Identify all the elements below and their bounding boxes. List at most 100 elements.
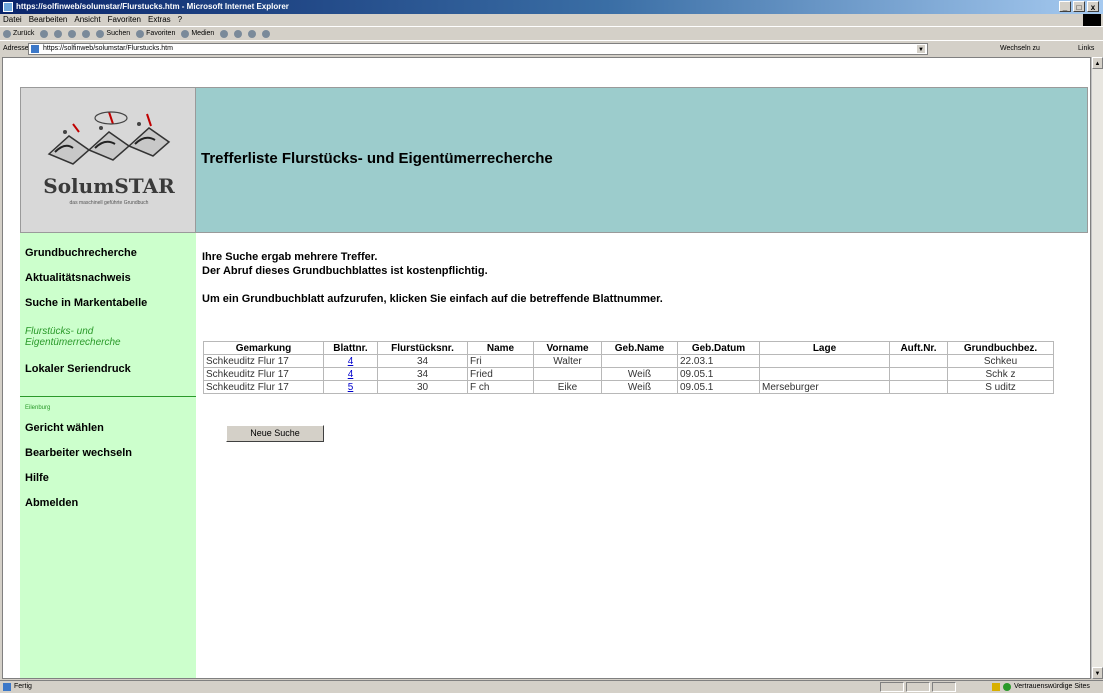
cell-auftnr (889, 367, 948, 381)
stop-button[interactable] (54, 27, 63, 40)
forward-arrow-icon (40, 29, 49, 38)
status-zone: Vertrauenswürdige Sites (992, 681, 1090, 693)
cell-name: Fri (467, 354, 534, 368)
menu-extras[interactable]: Extras (148, 14, 171, 26)
trusted-zone-icon (1003, 683, 1011, 691)
cell-blattnr: 4 (323, 367, 378, 381)
search-icon (96, 29, 105, 38)
maximize-button[interactable]: □ (1073, 1, 1085, 12)
print-icon (248, 29, 257, 38)
scroll-down-icon[interactable]: ▼ (1092, 667, 1103, 679)
col-vorname: Vorname (533, 341, 602, 355)
edit-icon (262, 29, 271, 38)
address-dropdown-icon[interactable]: ▼ (916, 44, 926, 54)
address-url: https://solfinweb/solumstar/Flurstucks.h… (43, 45, 173, 52)
cost-notice: Der Abruf dieses Grundbuchblattes ist ko… (202, 265, 488, 277)
window-controls: _ □ x (1059, 1, 1099, 12)
browser-viewport: SolumSTAR das maschinell geführte Grundb… (2, 57, 1091, 679)
cell-gemarkung: Schkeuditz Flur 17 (203, 380, 324, 394)
sidebar-nav: Grundbuchrecherche Aktualitätsnachweis S… (20, 233, 196, 678)
address-label: Adresse (3, 45, 29, 52)
status-bar: Fertig Vertrauenswürdige Sites (0, 680, 1103, 693)
table-row: Schkeuditz Flur 17 4 34 Fried Weiß 09.05… (203, 367, 1054, 381)
sidebar-item-grundbuchrecherche[interactable]: Grundbuchrecherche (25, 247, 137, 259)
menu-datei[interactable]: Datei (3, 14, 22, 26)
cell-gebname (601, 354, 678, 368)
go-button[interactable]: Wechseln zu (1000, 41, 1040, 57)
cell-vorname: Eike (533, 380, 602, 394)
page-icon (31, 45, 39, 53)
sidebar-item-aktualitaetsnachweis[interactable]: Aktualitätsnachweis (25, 272, 131, 284)
back-label: Zurück (13, 29, 35, 37)
col-lage: Lage (759, 341, 890, 355)
stop-icon (54, 29, 63, 38)
edit-button[interactable] (262, 27, 271, 40)
status-left: Fertig (3, 681, 32, 693)
cell-flurstuecksnr: 34 (377, 354, 468, 368)
zone-label: Vertrauenswürdige Sites (1014, 683, 1090, 690)
cell-lage (759, 367, 890, 381)
blattnr-link[interactable]: 5 (348, 382, 354, 393)
search-button[interactable]: Suchen (96, 27, 130, 40)
menu-ansicht[interactable]: Ansicht (74, 14, 100, 26)
minimize-button[interactable]: _ (1059, 1, 1071, 12)
logo-text: SolumSTAR (43, 174, 175, 198)
cell-blattnr: 5 (323, 380, 378, 394)
search-label: Suchen (106, 29, 131, 37)
forward-button[interactable] (40, 27, 49, 40)
home-icon (82, 29, 91, 38)
col-gebname: Geb.Name (601, 341, 678, 355)
vertical-scrollbar[interactable]: ▲ ▼ (1091, 57, 1103, 679)
col-auftnr: Auft.Nr. (889, 341, 948, 355)
table-header-row: Gemarkung Blattnr. Flurstücksnr. Name Vo… (203, 341, 1054, 355)
sidebar-item-gericht-waehlen[interactable]: Gericht wählen (25, 422, 104, 434)
refresh-button[interactable] (68, 27, 77, 40)
sidebar-item-bearbeiter-wechseln[interactable]: Bearbeiter wechseln (25, 447, 132, 459)
refresh-icon (68, 29, 77, 38)
cell-auftnr (889, 380, 948, 394)
main-content: Ihre Suche ergab mehrere Treffer. Der Ab… (196, 233, 1088, 678)
print-button[interactable] (248, 27, 257, 40)
logo-tagline: das maschinell geführte Grundbuch (69, 200, 149, 206)
cell-lage (759, 354, 890, 368)
back-button[interactable]: Zurück (3, 27, 34, 40)
sidebar-item-eigentuemerrecherche[interactable]: Eigentümerrecherche (25, 337, 121, 348)
logo-cell: SolumSTAR das maschinell geführte Grundb… (20, 87, 196, 233)
mail-icon (234, 29, 243, 38)
cell-gebname: Weiß (601, 380, 678, 394)
mail-button[interactable] (234, 27, 243, 40)
page-title: Trefferliste Flurstücks- und Eigentümerr… (201, 150, 553, 167)
cell-gemarkung: Schkeuditz Flur 17 (203, 354, 324, 368)
col-blattnr: Blattnr. (323, 341, 378, 355)
new-search-button[interactable]: Neue Suche (226, 425, 324, 442)
blattnr-link[interactable]: 4 (348, 369, 354, 380)
menu-bearbeiten[interactable]: Bearbeiten (29, 14, 68, 26)
sidebar-item-abmelden[interactable]: Abmelden (25, 497, 78, 509)
cell-vorname (533, 367, 602, 381)
status-panel (880, 682, 904, 692)
blattnr-link[interactable]: 4 (348, 356, 354, 367)
sidebar-item-hilfe[interactable]: Hilfe (25, 472, 49, 484)
scroll-up-icon[interactable]: ▲ (1092, 57, 1103, 69)
history-icon (220, 29, 229, 38)
menu-favoriten[interactable]: Favoriten (108, 14, 141, 26)
sidebar-item-flurstuecks[interactable]: Flurstücks- und (25, 326, 93, 337)
address-input[interactable]: https://solfinweb/solumstar/Flurstucks.h… (28, 43, 928, 55)
sidebar-court-label: Eilenburg (25, 405, 51, 411)
address-bar: Adresse https://solfinweb/solumstar/Flur… (0, 40, 1103, 56)
sidebar-item-seriendruck[interactable]: Lokaler Seriendruck (25, 363, 131, 375)
links-button[interactable]: Links (1078, 41, 1094, 57)
favorites-button[interactable]: Favoriten (136, 27, 175, 40)
cell-name: F ch (467, 380, 534, 394)
cell-grundbuchbez: Schkeu (947, 354, 1054, 368)
star-icon (136, 29, 145, 38)
close-button[interactable]: x (1087, 1, 1099, 12)
cell-name: Fried (467, 367, 534, 381)
home-button[interactable] (82, 27, 91, 40)
media-button[interactable]: Medien (181, 27, 214, 40)
cell-gebdatum: 09.05.1 (677, 367, 760, 381)
sidebar-divider (20, 396, 196, 397)
history-button[interactable] (220, 27, 229, 40)
sidebar-item-markentabelle[interactable]: Suche in Markentabelle (25, 297, 147, 309)
menu-help[interactable]: ? (178, 14, 182, 26)
